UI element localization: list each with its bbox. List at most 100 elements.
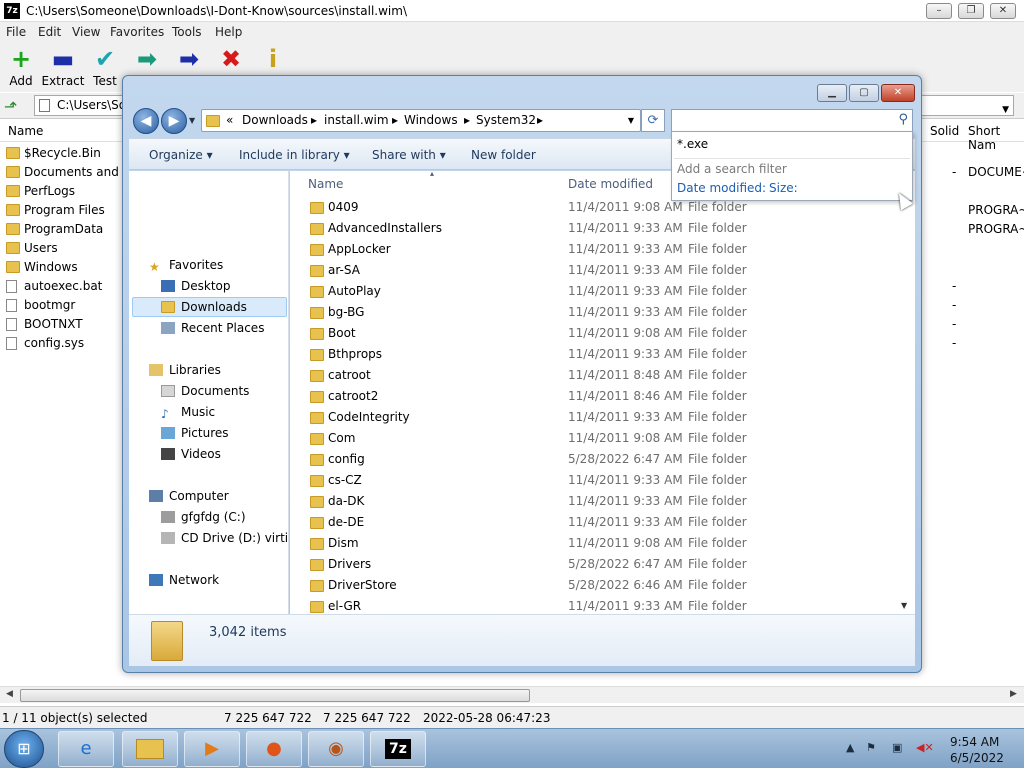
- file-type: File folder: [688, 557, 747, 571]
- column-solid[interactable]: Solid: [930, 124, 959, 138]
- menu-file[interactable]: File: [6, 25, 26, 39]
- menu-help[interactable]: Help: [215, 25, 242, 39]
- sevenzip-maximize-button[interactable]: ❐: [958, 3, 984, 19]
- nav-label: Desktop: [181, 279, 231, 293]
- nav-music[interactable]: ♪ Music: [161, 405, 215, 421]
- scrollbar-thumb[interactable]: [20, 689, 530, 702]
- menu-edit[interactable]: Edit: [38, 25, 61, 39]
- scroll-right-icon[interactable]: ▶: [1010, 689, 1017, 699]
- table-row[interactable]: ar-SA 11/4/2011 9:33 AM File folder: [290, 260, 900, 281]
- breadcrumb-downloads[interactable]: Downloads: [242, 113, 308, 127]
- vertical-scrollbar[interactable]: ▼: [896, 171, 914, 614]
- info-button[interactable]: i: [248, 44, 298, 74]
- recent-places-icon: [161, 322, 175, 334]
- date-modified-filter[interactable]: Date modified:: [677, 181, 766, 195]
- breadcrumb-install-wim[interactable]: install.wim: [324, 113, 389, 127]
- table-row[interactable]: de-DE 11/4/2011 9:33 AM File folder: [290, 512, 900, 533]
- history-chevron-icon[interactable]: ▼: [189, 116, 195, 125]
- new-folder-button[interactable]: New folder: [471, 148, 536, 162]
- nav-documents[interactable]: Documents: [161, 384, 249, 398]
- nav-desktop[interactable]: Desktop: [161, 279, 231, 293]
- file-type: File folder: [688, 347, 747, 361]
- table-row[interactable]: AppLocker 11/4/2011 9:33 AM File folder: [290, 239, 900, 260]
- scroll-left-icon[interactable]: ◀: [6, 689, 13, 699]
- firefox-icon[interactable]: ●: [246, 731, 302, 767]
- pictures-icon: [161, 427, 175, 439]
- refresh-icon[interactable]: ⟳: [641, 109, 665, 132]
- file-type: File folder: [688, 452, 747, 466]
- size-filter[interactable]: Size:: [769, 181, 798, 195]
- table-row[interactable]: Drivers 5/28/2022 6:47 AM File folder: [290, 554, 900, 575]
- table-row[interactable]: AutoPlay 11/4/2011 9:33 AM File folder: [290, 281, 900, 302]
- share-with-button[interactable]: Share with ▾: [372, 148, 446, 162]
- nav-libraries[interactable]: Libraries: [149, 363, 221, 377]
- forward-arrow-icon[interactable]: ▶: [161, 108, 187, 134]
- table-row[interactable]: da-DK 11/4/2011 9:33 AM File folder: [290, 491, 900, 512]
- nav-drive-d[interactable]: CD Drive (D:) virtio-w: [161, 531, 288, 545]
- sevenzip-minimize-button[interactable]: –: [926, 3, 952, 19]
- table-row[interactable]: catroot 11/4/2011 8:48 AM File folder: [290, 365, 900, 386]
- nav-network[interactable]: Network: [149, 573, 219, 587]
- show-hidden-icons-icon[interactable]: ▲: [846, 741, 854, 754]
- nav-computer[interactable]: Computer: [149, 489, 229, 503]
- volume-muted-icon[interactable]: ◀✕: [916, 741, 934, 754]
- menu-tools[interactable]: Tools: [172, 25, 202, 39]
- table-row[interactable]: catroot2 11/4/2011 8:46 AM File folder: [290, 386, 900, 407]
- explorer-maximize-button[interactable]: ▢: [849, 84, 879, 102]
- table-row[interactable]: Com 11/4/2011 9:08 AM File folder: [290, 428, 900, 449]
- explorer-minimize-button[interactable]: ▁: [817, 84, 847, 102]
- menu-view[interactable]: View: [72, 25, 100, 39]
- organize-button[interactable]: Organize ▾: [149, 148, 213, 162]
- search-icon[interactable]: ⚲: [898, 112, 908, 127]
- nav-pictures[interactable]: Pictures: [161, 426, 229, 440]
- start-button[interactable]: ⊞: [4, 730, 44, 768]
- table-row[interactable]: Boot 11/4/2011 9:08 AM File folder: [290, 323, 900, 344]
- breadcrumb[interactable]: « Downloads ▸ install.wim ▸ Windows ▸ Sy…: [201, 109, 641, 132]
- suggestion-exe[interactable]: *.exe: [677, 137, 708, 151]
- nav-favorites[interactable]: ★ Favorites: [149, 258, 223, 274]
- table-row[interactable]: config 5/28/2022 6:47 AM File folder: [290, 449, 900, 470]
- chevron-down-icon[interactable]: ▼: [1002, 101, 1009, 120]
- include-in-library-button[interactable]: Include in library ▾: [239, 148, 350, 162]
- chevron-down-icon[interactable]: ▼: [628, 116, 634, 125]
- folder-up-icon[interactable]: ⬏: [4, 97, 24, 116]
- table-row[interactable]: Bthprops 11/4/2011 9:33 AM File folder: [290, 344, 900, 365]
- internet-explorer-icon[interactable]: e: [58, 731, 114, 767]
- sevenzip-taskbar-icon[interactable]: 7z: [370, 731, 426, 767]
- column-name[interactable]: Name: [8, 124, 43, 138]
- table-row[interactable]: Dism 11/4/2011 9:08 AM File folder: [290, 533, 900, 554]
- table-row[interactable]: DriverStore 5/28/2022 6:46 AM File folder: [290, 575, 900, 596]
- scroll-down-icon[interactable]: ▼: [901, 601, 907, 610]
- search-input[interactable]: ⚲: [671, 109, 913, 132]
- explorer-close-button[interactable]: ✕: [881, 84, 915, 102]
- table-row[interactable]: CodeIntegrity 11/4/2011 9:33 AM File folde…: [290, 407, 900, 428]
- table-row[interactable]: cs-CZ 11/4/2011 9:33 AM File folder: [290, 470, 900, 491]
- clock-time[interactable]: 9:54 AM: [950, 735, 999, 749]
- nav-downloads[interactable]: Downloads: [161, 300, 247, 314]
- horizontal-scrollbar[interactable]: ◀ ▶: [0, 686, 1024, 703]
- item-name: BOOTNXT: [24, 317, 83, 331]
- column-name[interactable]: Name: [308, 177, 343, 191]
- column-date-modified[interactable]: Date modified: [568, 177, 653, 191]
- media-player-icon[interactable]: ▶: [184, 731, 240, 767]
- nav-recent-places[interactable]: Recent Places: [161, 321, 264, 335]
- nav-videos[interactable]: Videos: [161, 447, 221, 461]
- back-arrow-icon[interactable]: ◀: [133, 108, 159, 134]
- item-short-name: PROGRA~: [968, 203, 1024, 217]
- sevenzip-title-bar[interactable]: 7z C:\Users\Someone\Downloads\I-Dont-Kno…: [0, 0, 1024, 22]
- file-explorer-icon[interactable]: [122, 731, 178, 767]
- table-row[interactable]: bg-BG 11/4/2011 9:33 AM File folder: [290, 302, 900, 323]
- table-row[interactable]: AdvancedInstallers 11/4/2011 9:33 AM File …: [290, 218, 900, 239]
- nav-drive-c[interactable]: gfgfdg (C:): [161, 510, 246, 524]
- sevenzip-close-button[interactable]: ✕: [990, 3, 1016, 19]
- menu-favorites[interactable]: Favorites: [110, 25, 164, 39]
- network-tray-icon[interactable]: ▣: [892, 741, 902, 754]
- breadcrumb-system32[interactable]: System32: [476, 113, 536, 127]
- breadcrumb-windows[interactable]: Windows: [404, 113, 458, 127]
- table-row[interactable]: el-GR 11/4/2011 9:33 AM File folder: [290, 596, 900, 614]
- breadcrumb-overflow[interactable]: «: [226, 113, 233, 127]
- burner-app-icon[interactable]: ◉: [308, 731, 364, 767]
- folder-icon: [310, 244, 324, 256]
- action-center-flag-icon[interactable]: ⚑: [866, 741, 876, 754]
- clock-date[interactable]: 6/5/2022: [950, 751, 1004, 765]
